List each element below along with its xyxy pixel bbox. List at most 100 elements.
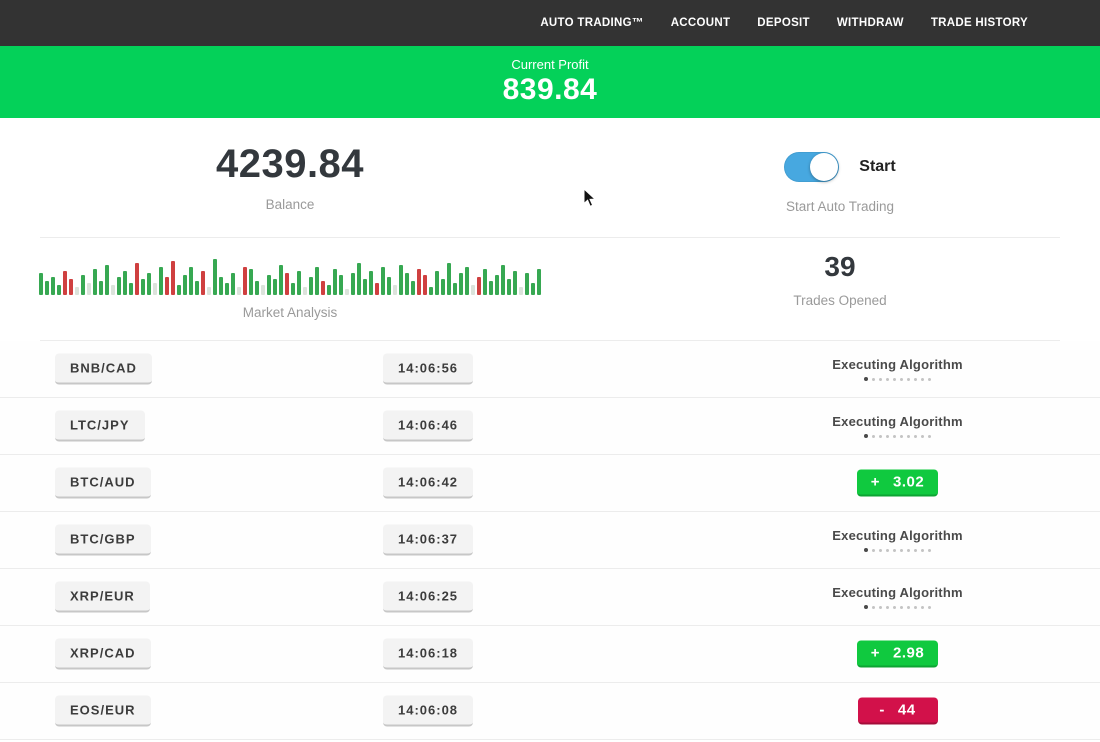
market-bar [219, 277, 223, 295]
executing-algorithm-label: Executing Algorithm [832, 414, 962, 429]
progress-dots [864, 377, 931, 381]
toggle-label: Start [859, 158, 895, 176]
progress-dot [907, 549, 910, 552]
market-bar [285, 273, 289, 295]
progress-dot [893, 549, 896, 552]
market-bar [141, 279, 145, 295]
nav-item-account[interactable]: ACCOUNT [671, 17, 731, 29]
market-bar [381, 267, 385, 295]
trade-time-badge: 14:06:37 [383, 525, 473, 556]
executing-algorithm-label: Executing Algorithm [832, 585, 962, 600]
top-nav: AUTO TRADING™ ACCOUNT DEPOSIT WITHDRAW TRADE… [0, 0, 1100, 46]
market-bar [327, 285, 331, 295]
market-bar [345, 289, 349, 295]
market-bar [309, 277, 313, 295]
progress-dot [872, 606, 875, 609]
market-bar [81, 275, 85, 295]
market-bar [39, 273, 43, 295]
progress-dot [879, 378, 882, 381]
market-bar [423, 275, 427, 295]
executing-algorithm-label: Executing Algorithm [832, 528, 962, 543]
trade-time-badge: 14:06:46 [383, 411, 473, 442]
market-bar [375, 283, 379, 295]
market-section: Market Analysis 39 Trades Opened [0, 238, 1100, 340]
market-bar [429, 287, 433, 295]
trade-result: Executing Algorithm [780, 357, 1015, 381]
market-bar [105, 265, 109, 295]
nav-item-trade-history[interactable]: TRADE HISTORY [931, 17, 1028, 29]
progress-dots [864, 605, 931, 609]
market-bar [531, 283, 535, 295]
progress-dot [872, 378, 875, 381]
market-bar [129, 283, 133, 295]
market-bar [369, 271, 373, 295]
trade-result: Executing Algorithm [780, 528, 1015, 552]
market-bar [519, 287, 523, 295]
market-bar [441, 279, 445, 295]
market-bar [333, 269, 337, 295]
market-bar [315, 267, 319, 295]
nav-item-auto-trading[interactable]: AUTO TRADING™ [540, 17, 643, 29]
progress-dot [886, 435, 889, 438]
market-bar [507, 279, 511, 295]
progress-dot [879, 606, 882, 609]
market-bar [465, 267, 469, 295]
progress-dot [879, 435, 882, 438]
progress-dot [907, 435, 910, 438]
progress-dot [864, 605, 868, 609]
result-sign: - [879, 702, 885, 719]
market-bar [195, 281, 199, 295]
market-bar [339, 275, 343, 295]
balance-value: 4239.84 [216, 142, 364, 187]
balance-label: Balance [266, 197, 315, 212]
progress-dot [900, 378, 903, 381]
market-bar [435, 271, 439, 295]
market-bar [417, 269, 421, 295]
nav-item-deposit[interactable]: DEPOSIT [757, 17, 810, 29]
market-bar [255, 281, 259, 295]
trade-row-xrp-eur: XRP/EUR14:06:25Executing Algorithm [0, 569, 1100, 626]
nav-menu: AUTO TRADING™ ACCOUNT DEPOSIT WITHDRAW TRADE… [540, 17, 1028, 29]
market-bar [483, 269, 487, 295]
market-bar [249, 269, 253, 295]
market-bar [489, 281, 493, 295]
market-bar [261, 285, 265, 295]
result-sign: + [871, 645, 880, 662]
trade-time-badge: 14:06:56 [383, 354, 473, 385]
market-bar [387, 277, 391, 295]
market-bar [513, 271, 517, 295]
trade-row-btc-gbp: BTC/GBP14:06:37Executing Algorithm [0, 512, 1100, 569]
market-bar [177, 285, 181, 295]
progress-dot [893, 378, 896, 381]
market-bar [501, 265, 505, 295]
progress-dot [886, 549, 889, 552]
market-bar [111, 285, 115, 295]
progress-dot [864, 548, 868, 552]
progress-dot [900, 549, 903, 552]
trades-opened-label: Trades Opened [793, 293, 886, 308]
progress-dot [921, 549, 924, 552]
nav-item-withdraw[interactable]: WITHDRAW [837, 17, 904, 29]
progress-dot [879, 549, 882, 552]
progress-dot [914, 378, 917, 381]
executing-algorithm-label: Executing Algorithm [832, 357, 962, 372]
trade-result: -44 [780, 698, 1015, 725]
market-bar [87, 283, 91, 295]
progress-dot [928, 435, 931, 438]
progress-dot [907, 378, 910, 381]
progress-dot [921, 378, 924, 381]
auto-trading-caption: Start Auto Trading [786, 199, 894, 214]
auto-trading-toggle[interactable] [784, 152, 839, 182]
progress-dot [921, 435, 924, 438]
trade-time-badge: 14:06:18 [383, 639, 473, 670]
trade-time-badge: 14:06:08 [383, 696, 473, 727]
pair-badge: XRP/EUR [55, 582, 150, 613]
market-bar [321, 281, 325, 295]
trade-result: +3.02 [780, 470, 1015, 497]
result-sign: + [871, 474, 880, 491]
toggle-row: Start [784, 152, 895, 182]
trades-table: BNB/CAD14:06:56Executing AlgorithmLTC/JP… [0, 341, 1100, 740]
market-bar [363, 279, 367, 295]
trade-result: Executing Algorithm [780, 585, 1015, 609]
progress-dot [914, 435, 917, 438]
